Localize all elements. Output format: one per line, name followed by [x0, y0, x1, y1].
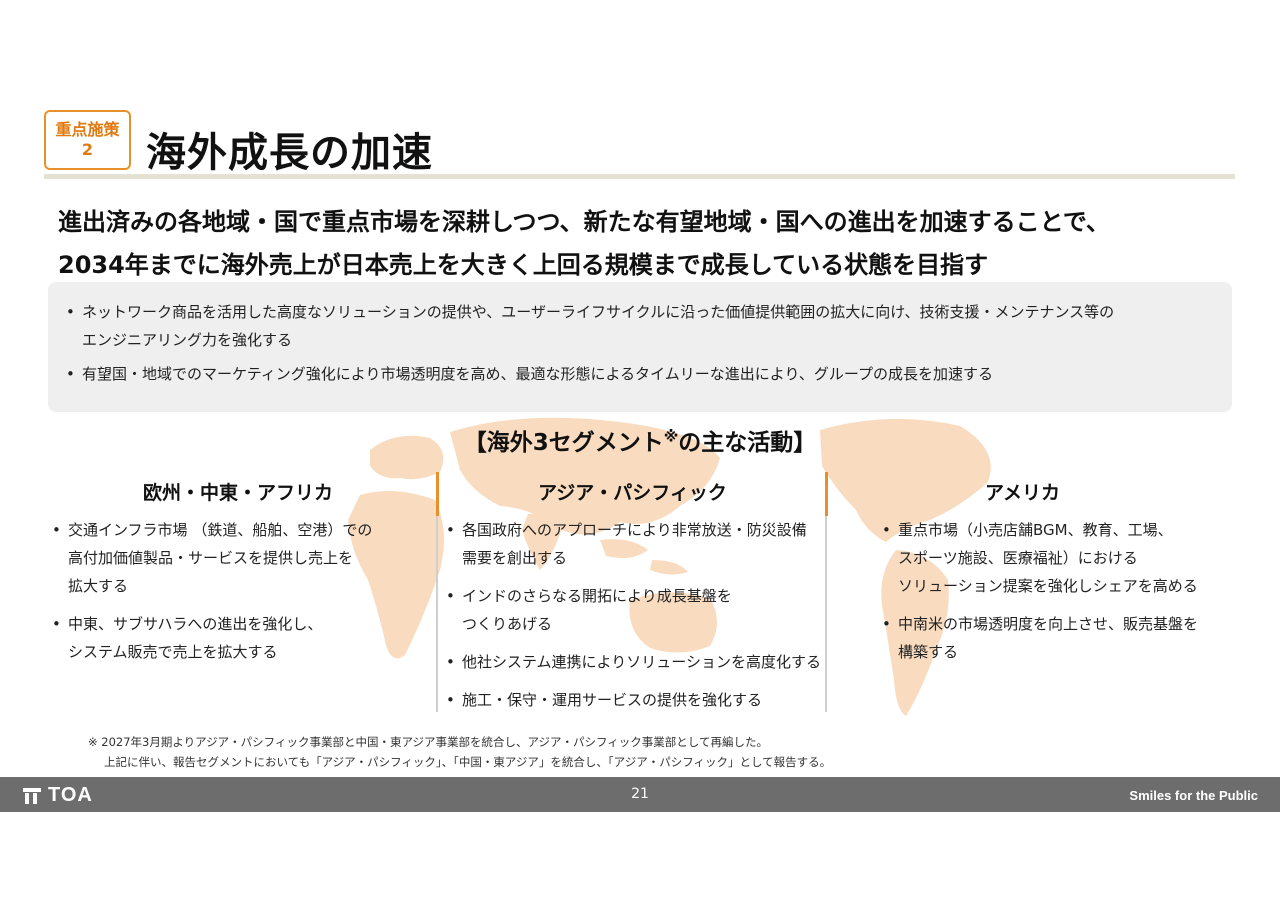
- lead-line-2: 2034年までに海外売上が日本売上を大きく上回る規模まで成長している状態を目指す: [58, 251, 989, 279]
- footnote-line: 上記に伴い、報告セグメントにおいても「アジア・パシフィック」、「中国・東アジア」…: [104, 755, 832, 769]
- column-divider: [825, 516, 827, 712]
- item-text: つくりあげる: [462, 615, 553, 633]
- bullet-dot: •: [66, 303, 75, 321]
- item-text: 交通インフラ市場 （鉄道、船舶、空港）での: [68, 521, 373, 539]
- item-text: スポーツ施設、医療福祉）における: [898, 549, 1138, 567]
- footnotes: ※ 2027年3月期よりアジア・パシフィック事業部と中国・東アジア事業部を統合し…: [88, 732, 831, 772]
- list-item: • 他社システム連携によりソリューションを高度化する: [446, 648, 824, 676]
- item-text: 構築する: [898, 643, 959, 661]
- list-item: • 施工・保守・運用サービスの提供を強化する: [446, 686, 824, 714]
- column-heading-asia-pacific: アジア・パシフィック: [538, 482, 727, 504]
- summary-text: エンジニアリング力を強化する: [82, 331, 293, 349]
- asia-pacific-activities: • 各国政府へのアプローチにより非常放送・防災設備 需要を創出する • インドの…: [446, 516, 824, 724]
- section-title-text: 【海外3セグメント: [463, 430, 664, 456]
- bullet-dot: •: [882, 521, 891, 539]
- list-item: • 中南米の市場透明度を向上させ、販売基盤を 構築する: [882, 610, 1242, 666]
- summary-item: • ネットワーク商品を活用した高度なソリューションの提供や、ユーザーライフサイク…: [66, 298, 1214, 354]
- item-text: 各国政府へのアプローチにより非常放送・防災設備: [462, 521, 807, 539]
- list-item: • 中東、サブサハラへの進出を強化し、 システム販売で売上を拡大する: [52, 610, 432, 666]
- list-item: • 重点市場（小売店舗BGM、教育、工場、 スポーツ施設、医療福祉）における ソ…: [882, 516, 1242, 600]
- column-heading-emea: 欧州・中東・アフリカ: [142, 482, 333, 504]
- footnote-mark: ※: [663, 427, 679, 446]
- list-item: • 各国政府へのアプローチにより非常放送・防災設備 需要を創出する: [446, 516, 824, 572]
- emea-activities: • 交通インフラ市場 （鉄道、船舶、空港）での 高付加価値製品・サービスを提供し…: [52, 516, 432, 676]
- item-text: システム販売で売上を拡大する: [68, 643, 278, 661]
- list-item: • インドのさらなる開拓により成長基盤を つくりあげる: [446, 582, 824, 638]
- item-text: 重点市場（小売店舗BGM、教育、工場、: [898, 521, 1173, 539]
- bullet-dot: •: [446, 653, 455, 671]
- bullet-dot: •: [66, 365, 75, 383]
- item-text: ソリューション提案を強化しシェアを高める: [898, 577, 1198, 595]
- title-divider: [44, 174, 1235, 179]
- summary-item: • 有望国・地域でのマーケティング強化により市場透明度を高め、最適な形態によるタ…: [66, 360, 1214, 388]
- footer-bar: TOA 21 Smiles for the Public: [0, 777, 1280, 812]
- bullet-dot: •: [52, 615, 61, 633]
- summary-text: ネットワーク商品を活用した高度なソリューションの提供や、ユーザーライフサイクルに…: [82, 303, 1115, 321]
- item-text: 中南米の市場透明度を向上させ、販売基盤を: [898, 615, 1199, 633]
- bullet-dot: •: [446, 521, 455, 539]
- item-text: 施工・保守・運用サービスの提供を強化する: [462, 691, 763, 709]
- badge-label: 重点施策: [55, 120, 120, 139]
- item-text: インドのさらなる開拓により成長基盤を: [462, 587, 732, 605]
- americas-activities: • 重点市場（小売店舗BGM、教育、工場、 スポーツ施設、医療福祉）における ソ…: [882, 516, 1242, 676]
- item-text: 拡大する: [68, 577, 129, 595]
- footnote-line: ※ 2027年3月期よりアジア・パシフィック事業部と中国・東アジア事業部を統合し…: [88, 735, 768, 749]
- column-divider: [436, 516, 438, 712]
- lead-line-1: 進出済みの各地域・国で重点市場を深耕しつつ、新たな有望地域・国への進出を加速する…: [58, 208, 1110, 236]
- list-item: • 交通インフラ市場 （鉄道、船舶、空港）での 高付加価値製品・サービスを提供し…: [52, 516, 432, 600]
- column-divider-accent: [825, 472, 828, 516]
- summary-box: • ネットワーク商品を活用した高度なソリューションの提供や、ユーザーライフサイク…: [48, 282, 1232, 412]
- section-title: 【海外3セグメント※の主な活動】: [0, 423, 1280, 457]
- page-title: 海外成長の加速: [146, 130, 433, 176]
- priority-badge: 重点施策 2: [44, 110, 131, 170]
- badge-number: 2: [81, 140, 94, 159]
- item-text: 高付加価値製品・サービスを提供し売上を: [68, 549, 354, 567]
- summary-text: 有望国・地域でのマーケティング強化により市場透明度を高め、最適な形態によるタイム…: [82, 365, 993, 383]
- section-title-tail: の主な活動】: [678, 430, 817, 456]
- bullet-dot: •: [52, 521, 61, 539]
- item-text: 他社システム連携によりソリューションを高度化する: [462, 653, 821, 671]
- column-divider-accent: [436, 472, 439, 516]
- bullet-dot: •: [446, 691, 455, 709]
- page-number: 21: [631, 786, 649, 802]
- brand-slogan: Smiles for the Public: [1129, 788, 1258, 803]
- item-text: 中東、サブサハラへの進出を強化し、: [68, 615, 323, 633]
- column-heading-americas: アメリカ: [984, 482, 1061, 504]
- item-text: 需要を創出する: [462, 549, 568, 567]
- bullet-dot: •: [882, 615, 891, 633]
- bullet-dot: •: [446, 587, 455, 605]
